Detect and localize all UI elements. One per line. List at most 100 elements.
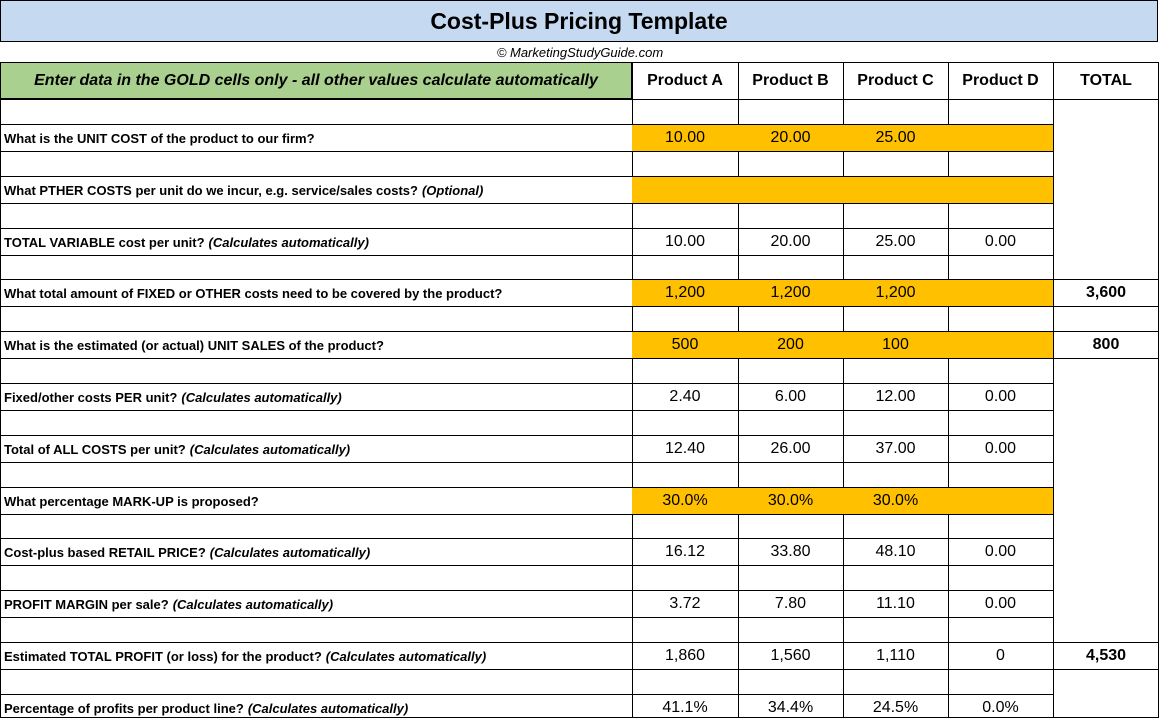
total-cell: 3,600 (1085, 284, 1127, 301)
value-cell-product-d: 0.0% (982, 699, 1019, 716)
value-cell-product-c: 24.5% (872, 699, 919, 716)
row-label: PROFIT MARGIN per sale? (Calculates autom… (0, 591, 632, 617)
row-label: Cost-plus based RETAIL PRICE? (Calculates… (0, 539, 632, 565)
value-cell-product-b: 26.00 (770, 440, 811, 457)
header-product-d: Product D (962, 71, 1039, 89)
row-label-text: Fixed/other costs PER unit? (4, 389, 178, 405)
row-label-note: (Calculates automatically) (209, 544, 371, 560)
row-label-text: PROFIT MARGIN per sale? (4, 596, 169, 612)
row-label: What is the estimated (or actual) UNIT S… (0, 332, 632, 358)
value-cell-product-b: 20.00 (770, 233, 811, 250)
grid-line (0, 99, 1159, 100)
row-label-text: Total of ALL COSTS per unit? (4, 441, 186, 457)
value-cell-product-d: 0.00 (984, 543, 1017, 560)
grid-line (0, 410, 1053, 411)
value-cell-product-a: 12.40 (664, 440, 706, 457)
value-cell-product-c: 11.10 (876, 595, 915, 612)
row-label-text: Cost-plus based RETAIL PRICE? (4, 544, 206, 560)
value-cell-product-c: 1,110 (876, 647, 915, 664)
header-product-c: Product C (857, 71, 934, 89)
input-cell-product-b[interactable]: 200 (738, 332, 843, 358)
row-label-text: What total amount of FIXED or OTHER cost… (4, 285, 503, 301)
input-cell-product-a[interactable]: 1,200 (632, 280, 738, 306)
input-cell-product-c[interactable]: 1,200 (843, 280, 948, 306)
row-label-text: What is the UNIT COST of the product to … (4, 130, 315, 146)
value-cell-product-d: 0.00 (984, 595, 1017, 612)
row-label: Estimated TOTAL PROFIT (or loss) for the… (0, 643, 632, 669)
total-cell: 4,530 (1085, 647, 1127, 664)
value-cell-product-d: 0.00 (984, 388, 1017, 405)
value-cell-product-b: 6.00 (774, 388, 807, 405)
value-cell-product-a: 41.1% (662, 699, 708, 716)
grid-line (1053, 306, 1159, 307)
value-cell-product-b: 1,560 (770, 647, 811, 664)
header-product-a: Product A (647, 71, 723, 89)
grid-line (0, 306, 1053, 307)
grid-line (0, 358, 1053, 359)
input-cell-product-d[interactable] (948, 488, 1053, 514)
row-label-note: (Calculates automatically) (181, 389, 342, 405)
value-cell-product-a: 1,860 (664, 647, 706, 664)
value-cell-product-b: 33.80 (770, 543, 811, 560)
input-cell-product-b[interactable]: 30.0% (738, 488, 843, 514)
input-cell-product-d[interactable] (948, 125, 1053, 151)
input-cell-product-a[interactable] (632, 177, 738, 203)
value-cell-product-b: 7.80 (774, 595, 807, 612)
row-label-note: (Calculates automatically) (247, 700, 409, 716)
input-cell-product-c[interactable]: 30.0% (843, 488, 948, 514)
grid-line (1053, 62, 1054, 718)
value-cell-product-d: 0.00 (984, 440, 1017, 457)
header-product-b: Product B (752, 71, 829, 89)
input-cell-product-d[interactable] (948, 177, 1053, 203)
row-label-text: Percentage of profits per product line? (4, 700, 244, 716)
input-cell-product-c[interactable] (843, 177, 948, 203)
value-cell-product-c: 25.00 (875, 233, 916, 250)
value-cell-product-a: 10.00 (664, 233, 706, 250)
input-cell-product-b[interactable]: 1,200 (738, 280, 843, 306)
header-total: TOTAL (1080, 71, 1132, 89)
page-title: Cost-Plus Pricing Template (0, 0, 1158, 42)
input-cell-product-b[interactable] (738, 177, 843, 203)
row-label: What percentage MARK-UP is proposed? (0, 488, 632, 514)
input-cell-product-d[interactable] (948, 280, 1053, 306)
value-cell-product-b: 34.4% (767, 699, 814, 716)
row-label-note: (Calculates automatically) (208, 234, 369, 250)
row-label-text: What PTHER COSTS per unit do we incur, e… (4, 182, 418, 198)
value-cell-product-a: 3.72 (669, 595, 701, 612)
grid-line (0, 514, 1053, 515)
row-label: TOTAL VARIABLE cost per unit? (Calculates… (0, 229, 632, 255)
instruction-banner: Enter data in the GOLD cells only - all … (0, 62, 632, 99)
row-label-note: (Optional) (421, 182, 484, 198)
row-label-text: Estimated TOTAL PROFIT (or loss) for the… (4, 648, 322, 664)
row-label-text: TOTAL VARIABLE cost per unit? (4, 234, 205, 250)
input-cell-product-b[interactable]: 20.00 (738, 125, 843, 151)
row-label: Fixed/other costs PER unit? (Calculates a… (0, 384, 632, 410)
value-cell-product-d: 0.00 (984, 233, 1017, 250)
row-label-text: What is the estimated (or actual) UNIT S… (4, 337, 384, 353)
input-cell-product-a[interactable]: 10.00 (632, 125, 738, 151)
row-label: Percentage of profits per product line?(… (0, 695, 632, 720)
grid-line (1053, 669, 1159, 670)
value-cell-product-c: 37.00 (875, 440, 916, 457)
grid-line (0, 203, 1053, 204)
grid-line (0, 255, 1053, 256)
grid-line (0, 565, 1053, 566)
grid-line (1158, 62, 1159, 718)
input-cell-product-d[interactable] (948, 332, 1053, 358)
value-cell-product-c: 12.00 (875, 388, 916, 405)
grid-line (0, 151, 1053, 152)
row-label: What total amount of FIXED or OTHER cost… (0, 280, 632, 306)
input-cell-product-a[interactable]: 30.0% (632, 488, 738, 514)
grid-line (0, 462, 1053, 463)
credit-text: © MarketingStudyGuide.com (496, 44, 664, 60)
grid-line (632, 62, 1159, 63)
grid-line (1053, 358, 1159, 359)
grid-line (0, 617, 1053, 618)
row-label-note: (Calculates automatically) (325, 648, 487, 664)
input-cell-product-a[interactable]: 500 (632, 332, 738, 358)
value-cell-product-a: 16.12 (664, 543, 706, 560)
input-cell-product-c[interactable]: 25.00 (843, 125, 948, 151)
value-cell-product-d: 0 (996, 647, 1005, 664)
input-cell-product-c[interactable]: 100 (843, 332, 948, 358)
row-label-note: (Calculates automatically) (189, 441, 351, 457)
